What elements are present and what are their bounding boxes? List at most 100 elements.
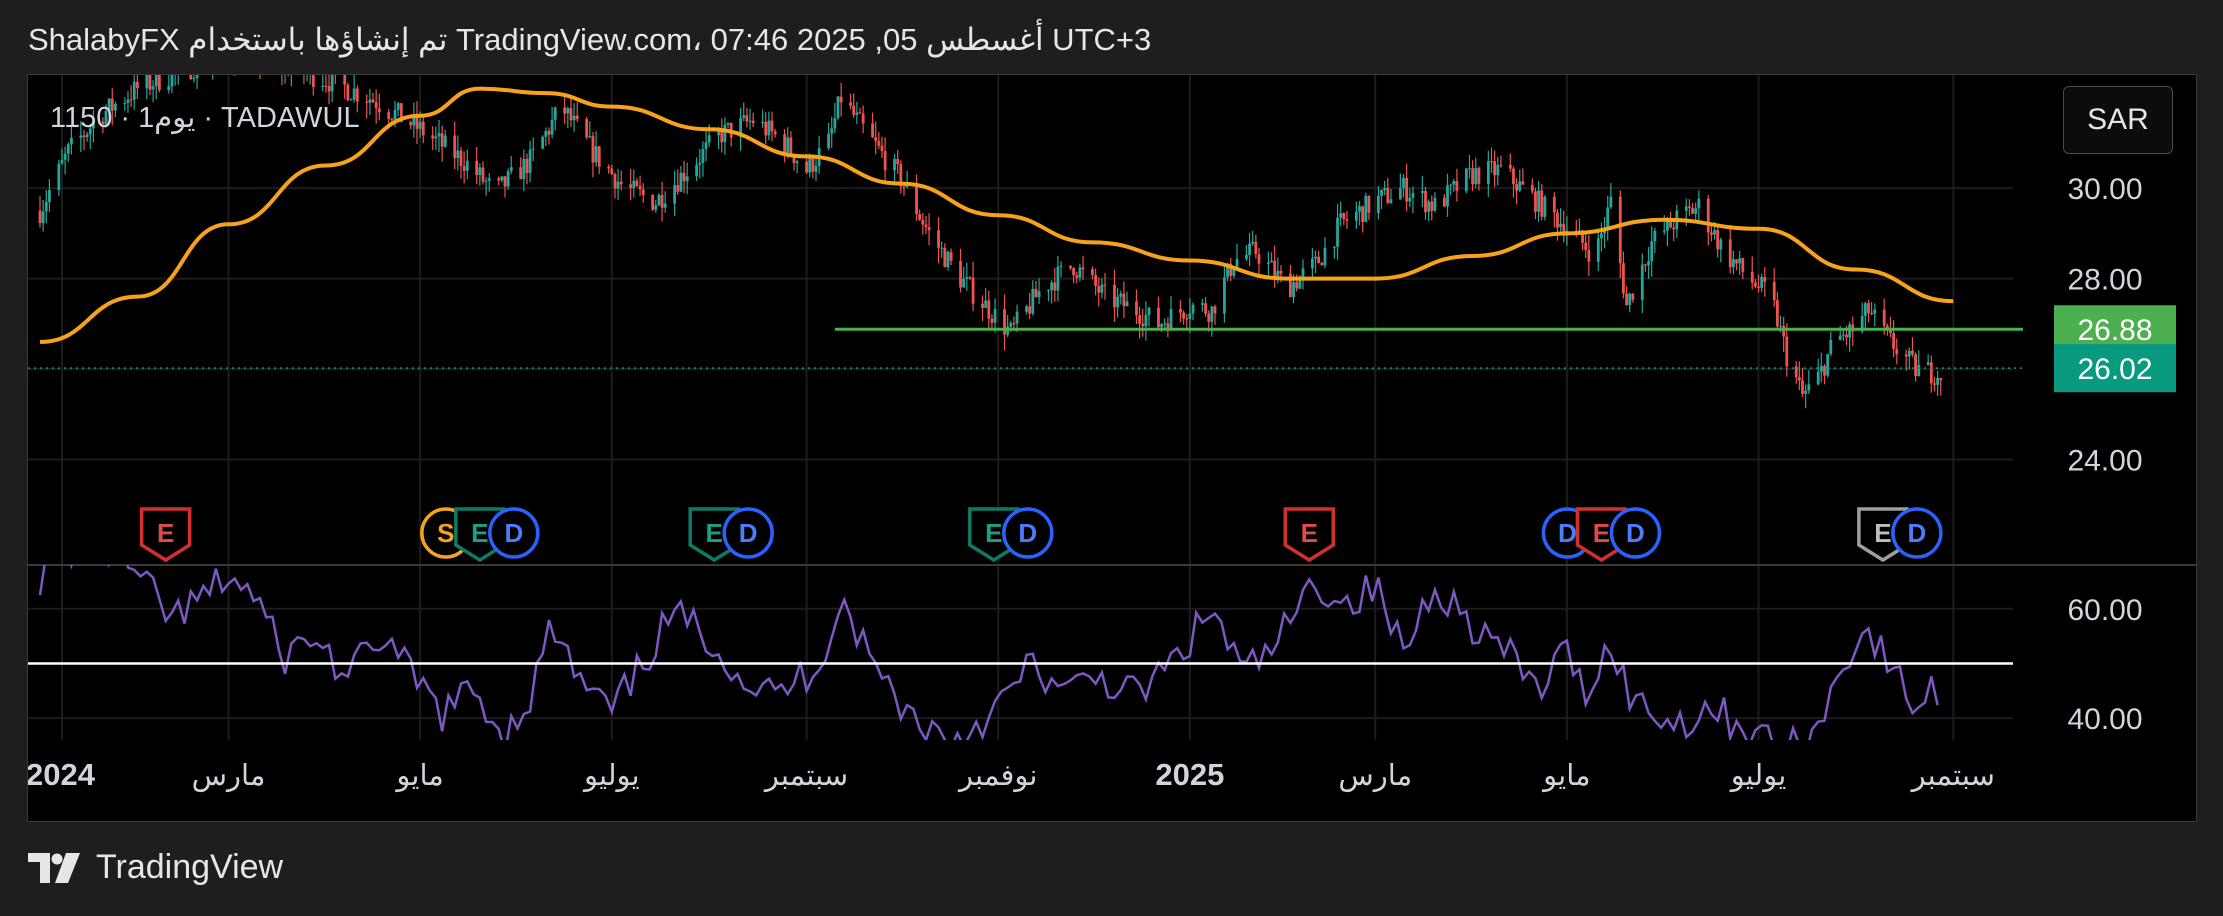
candle-body <box>1320 263 1324 266</box>
candle-body <box>1408 197 1412 202</box>
candle-body <box>1358 206 1361 212</box>
candle-body <box>1433 197 1437 211</box>
candle-body <box>1829 339 1833 355</box>
candle-body <box>685 176 689 182</box>
candle-body <box>990 318 994 323</box>
candle-body <box>1292 282 1295 298</box>
candle-body <box>38 210 42 224</box>
candle-body <box>1750 271 1754 283</box>
candle-body <box>1731 259 1735 268</box>
candle-body <box>871 123 874 138</box>
candle-body <box>1493 161 1497 176</box>
date-axis-tick: نوفمبر <box>957 760 1037 793</box>
candle-body <box>1009 323 1013 327</box>
candle-body <box>1310 258 1314 269</box>
candle-body <box>1757 286 1760 288</box>
candle-body <box>1559 223 1562 228</box>
currency-button[interactable]: SAR <box>2063 86 2173 154</box>
candle-body <box>1917 364 1921 377</box>
event-badge-d: D <box>1002 507 1054 559</box>
candle-body <box>396 103 400 110</box>
candle-body <box>63 153 67 160</box>
candle-body <box>48 190 51 202</box>
candle-body <box>525 158 529 174</box>
candle-body <box>1273 260 1277 278</box>
candle-body <box>1201 303 1204 305</box>
candle-body <box>1380 189 1383 196</box>
candle-body <box>1138 315 1142 324</box>
candle-body <box>170 75 174 87</box>
candle-body <box>962 278 966 288</box>
candle-body <box>1317 256 1321 264</box>
candle-body <box>880 145 884 152</box>
candle-body <box>1135 301 1138 316</box>
candle-body <box>1034 288 1038 298</box>
candle-body <box>984 300 988 308</box>
candle-body <box>1521 181 1525 185</box>
candle-body <box>1257 254 1261 264</box>
candle-body <box>1826 354 1830 376</box>
candle-body <box>761 121 764 124</box>
candle-body <box>1078 267 1082 278</box>
candle-body <box>1025 306 1028 312</box>
candle-body <box>915 184 918 215</box>
candle-body <box>1741 258 1745 272</box>
candle-body <box>1069 265 1072 269</box>
candle-body <box>1251 241 1255 244</box>
event-badge-d: D <box>1609 507 1662 559</box>
candle-body <box>1477 167 1481 184</box>
candle-body <box>1694 208 1698 214</box>
candle-body <box>1709 232 1713 235</box>
candle-body <box>352 88 356 100</box>
candle-body <box>585 119 589 138</box>
candle-body <box>1053 282 1057 291</box>
candle-body <box>943 247 947 268</box>
candle-body <box>1188 313 1192 319</box>
candle-body <box>773 131 777 135</box>
candle-body <box>1339 213 1343 218</box>
candle-body <box>547 130 551 135</box>
date-axis-tick: يوليو <box>1729 760 1787 793</box>
candle-body <box>1552 196 1556 213</box>
candle-body <box>157 75 161 91</box>
date-axis-tick: مايو <box>1541 760 1590 793</box>
tradingview-logo[interactable]: TradingView <box>28 848 283 887</box>
chart-canvas[interactable]: 26.8826.02 ESEDEDEDEDEDED 30.0028.0024.0… <box>28 75 2196 821</box>
candle-body <box>1075 275 1079 278</box>
candle-body <box>839 96 843 103</box>
candle-body <box>1609 196 1613 208</box>
candle-body <box>959 260 962 288</box>
candle-body <box>789 137 793 155</box>
candle-body <box>1122 293 1126 307</box>
candle-body <box>1119 293 1123 297</box>
candle-body <box>594 146 598 163</box>
candle-body <box>324 85 328 87</box>
candle-body <box>720 131 724 143</box>
candle-body <box>660 195 664 208</box>
candle-body <box>1631 293 1635 300</box>
event-badge-letter: D <box>1018 518 1037 548</box>
candle-body <box>541 136 545 149</box>
event-badge-letter: E <box>1301 518 1318 548</box>
date-axis-tick: مارس <box>192 760 266 793</box>
candle-body <box>1653 230 1657 242</box>
candle-body <box>1386 187 1390 203</box>
candle-body <box>409 122 413 126</box>
chart-panel[interactable]: 26.88 26.02 ESEDEDEDEDEDED 30.00 28.00 24.0… <box>27 74 2197 822</box>
candle-body <box>1728 239 1732 268</box>
candle-body <box>1537 190 1541 212</box>
candle-body <box>1160 324 1163 328</box>
candle-body <box>1157 307 1160 328</box>
candle-body <box>1838 335 1842 340</box>
candle-body <box>619 181 623 185</box>
candle-body <box>1059 265 1063 267</box>
rsi-axis-tick: 60.00 <box>2067 594 2142 627</box>
candle-body <box>701 149 705 163</box>
candle-body <box>1907 350 1911 357</box>
candle-body <box>1534 191 1537 212</box>
candle-body <box>1091 269 1094 275</box>
candle-body <box>1056 266 1060 291</box>
candle-body <box>509 167 513 172</box>
candle-body <box>1411 193 1415 198</box>
tradingview-logo-icon <box>28 852 80 883</box>
